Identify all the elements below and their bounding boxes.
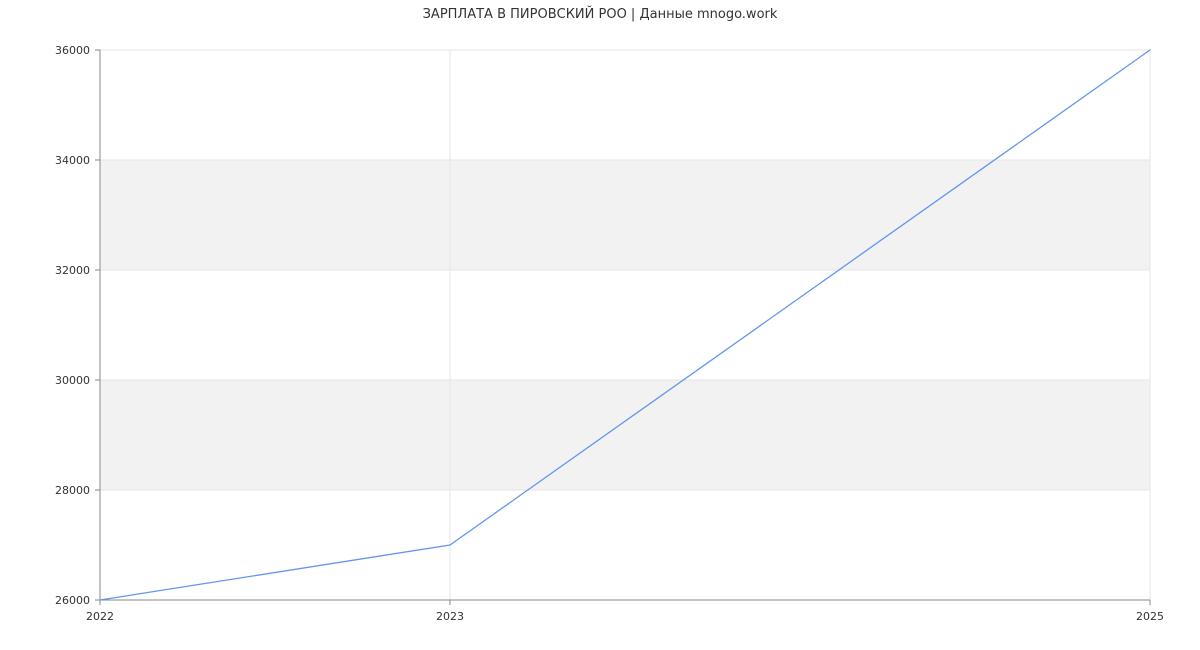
y-tick-label: 32000 (55, 264, 90, 277)
data-point (99, 599, 101, 601)
x-tick-label: 2022 (86, 610, 114, 623)
grid-lines (99, 49, 1151, 601)
y-axis-ticks: 26000 28000 30000 32000 34000 36000 (55, 44, 100, 607)
data-point (449, 544, 451, 546)
data-point (1149, 49, 1151, 51)
y-tick-label: 28000 (55, 484, 90, 497)
y-tick-label: 36000 (55, 44, 90, 57)
background-bands (100, 160, 1150, 490)
salary-line-chart: ЗАРПЛАТА В ПИРОВСКИЙ РОО | Данные mnogo.… (55, 6, 1164, 623)
y-tick-label: 30000 (55, 374, 90, 387)
x-tick-label: 2023 (436, 610, 464, 623)
salary-series-line (99, 49, 1151, 601)
x-tick-label: 2025 (1136, 610, 1164, 623)
y-tick-label: 34000 (55, 154, 90, 167)
y-tick-label: 26000 (55, 594, 90, 607)
background-band (100, 380, 1150, 490)
x-axis-ticks: 2022 2023 2025 (86, 600, 1164, 623)
background-band (100, 160, 1150, 270)
series-group (99, 49, 1151, 601)
chart-title: ЗАРПЛАТА В ПИРОВСКИЙ РОО | Данные mnogo.… (423, 6, 778, 22)
axes (99, 50, 1150, 601)
